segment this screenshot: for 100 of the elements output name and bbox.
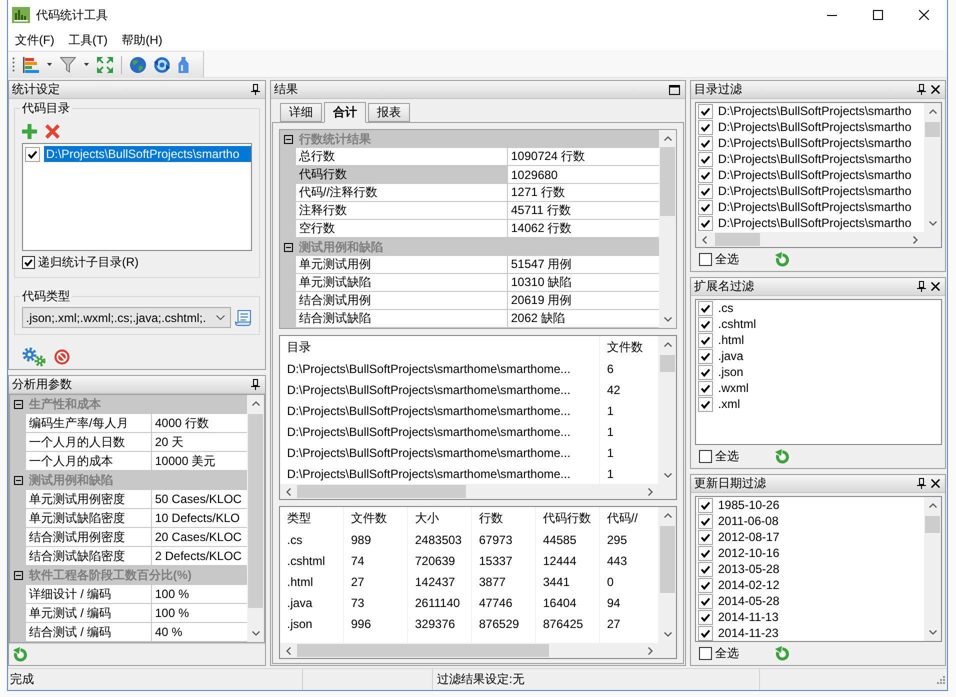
list-item[interactable]: .xml	[718, 397, 740, 411]
checkbox[interactable]	[698, 380, 713, 396]
checkbox[interactable]	[698, 120, 713, 134]
property-name[interactable]: 单元测试用例密度	[26, 490, 151, 508]
caret-icon[interactable]	[216, 315, 225, 320]
property-value[interactable]: 100 %	[152, 604, 247, 622]
property-value[interactable]: 100 %	[152, 585, 247, 603]
column-header[interactable]: 目录	[280, 336, 600, 358]
property-name[interactable]: 注释行数	[296, 202, 507, 219]
list-item[interactable]: 2014-11-23	[718, 626, 778, 640]
list-item[interactable]: D:\Projects\BullSoftProjects\smartho	[718, 168, 912, 182]
vertical-scrollbar[interactable]	[247, 395, 264, 642]
checkbox[interactable]	[698, 578, 713, 592]
pin-icon[interactable]	[251, 84, 260, 95]
property-value[interactable]: 1090724 行数	[508, 148, 659, 165]
checkbox-label[interactable]: 全选	[715, 448, 739, 465]
delete-icon[interactable]	[45, 124, 60, 138]
property-value[interactable]: 2 Defects/KLOC	[152, 547, 247, 565]
dropdown[interactable]: .json;.xml;.wxml;.cs;.java;.cshtml;.	[22, 307, 231, 328]
property-value[interactable]: 50 Cases/KLOC	[152, 490, 247, 508]
column-header[interactable]: 类型	[280, 507, 344, 529]
checkbox[interactable]	[22, 256, 35, 269]
chevron-left-icon[interactable]	[286, 646, 291, 654]
tab[interactable]: 合计	[324, 102, 366, 123]
checkbox[interactable]	[698, 594, 713, 608]
checkbox[interactable]	[698, 168, 713, 182]
list-item[interactable]: D:\Projects\BullSoftProjects\smartho	[718, 216, 912, 230]
tab[interactable]: 详细	[280, 103, 322, 122]
pin-icon[interactable]	[917, 84, 926, 95]
list-item[interactable]: D:\Projects\BullSoftProjects\smartho	[718, 200, 912, 214]
tab[interactable]: 报表	[368, 103, 410, 122]
vertical-scrollbar[interactable]	[659, 507, 676, 643]
chevron-down-icon[interactable]	[664, 473, 672, 478]
list-item[interactable]: 2012-08-17	[718, 530, 780, 544]
checkbox[interactable]	[698, 184, 713, 198]
property-value[interactable]: 51547 用例	[508, 256, 659, 273]
property-name[interactable]: 一个人月的人日数	[26, 433, 151, 451]
chevron-down-icon[interactable]	[928, 630, 936, 635]
chevron-left-icon[interactable]	[286, 488, 291, 496]
list-item[interactable]: 2013-05-28	[718, 562, 780, 576]
list-item[interactable]: .cs	[718, 301, 734, 315]
checkbox[interactable]	[698, 530, 713, 544]
horizontal-scrollbar[interactable]	[280, 484, 676, 499]
chevron-right-icon[interactable]	[648, 488, 653, 496]
menu-item[interactable]: 帮助(H)	[114, 30, 170, 50]
list-item[interactable]: 2011-06-08	[718, 514, 778, 528]
list-item[interactable]: D:\Projects\BullSoftProjects\smartho	[718, 184, 912, 198]
menu-item[interactable]: 文件(F)	[8, 30, 62, 50]
checkbox[interactable]	[698, 610, 713, 624]
expand-arrows-icon[interactable]	[97, 56, 113, 72]
chevron-up-icon[interactable]	[664, 342, 672, 347]
property-name[interactable]: 详细设计 / 编码	[26, 585, 151, 603]
collapse-icon[interactable]	[284, 134, 292, 144]
pin-icon[interactable]	[917, 281, 926, 292]
scrollbar-thumb[interactable]	[297, 644, 549, 657]
list-item[interactable]: 2014-02-12	[718, 578, 780, 592]
list-item[interactable]: 2014-05-28	[718, 594, 780, 608]
pin-icon[interactable]	[251, 379, 260, 390]
horizontal-scrollbar[interactable]	[696, 232, 941, 247]
column-header[interactable]: 代码行数	[536, 507, 600, 529]
list-item[interactable]: D:\Projects\BullSoftProjects\smartho	[718, 104, 912, 118]
add-icon[interactable]	[22, 124, 37, 138]
list-item[interactable]: D:\Projects\BullSoftProjects\smartho	[718, 120, 912, 134]
property-value[interactable]: 10000 美元	[152, 452, 247, 470]
vertical-scrollbar[interactable]	[924, 497, 941, 641]
property-value[interactable]: 14062 行数	[508, 220, 659, 237]
list-item[interactable]: .java	[718, 349, 744, 363]
property-value[interactable]: 20619 用例	[508, 292, 659, 309]
checkbox[interactable]	[698, 332, 713, 348]
checkbox-label[interactable]: 全选	[715, 251, 739, 268]
scrollbar-thumb[interactable]	[660, 147, 675, 216]
list-item[interactable]: 2012-10-16	[718, 546, 780, 560]
filter-icon[interactable]	[60, 56, 76, 72]
vertical-scrollbar[interactable]	[659, 130, 676, 328]
chevron-up-icon[interactable]	[664, 136, 672, 141]
directory-item[interactable]: D:\Projects\BullSoftProjects\smartho	[44, 146, 251, 162]
menu-item[interactable]: 工具(T)	[61, 30, 115, 50]
vertical-scrollbar[interactable]	[659, 336, 676, 484]
bar-chart-icon[interactable]	[23, 56, 39, 72]
property-value[interactable]: 20 Cases/KLOC	[152, 528, 247, 546]
checkbox[interactable]	[698, 498, 713, 512]
list-item[interactable]: .html	[718, 333, 744, 347]
property-value[interactable]: 10 Defects/KLO	[152, 509, 247, 527]
scrollbar-thumb[interactable]	[297, 485, 466, 498]
column-header[interactable]: 大小	[408, 507, 472, 529]
checkbox[interactable]	[699, 647, 712, 660]
list-item[interactable]: 2014-11-13	[718, 610, 778, 624]
collapse-icon[interactable]	[284, 242, 292, 252]
chevron-up-icon[interactable]	[664, 513, 672, 518]
pin-icon[interactable]	[917, 478, 926, 489]
close-icon[interactable]	[931, 282, 940, 291]
list-item[interactable]: 1985-10-26	[718, 498, 780, 512]
checkbox[interactable]	[698, 216, 713, 230]
list-item[interactable]: .cshtml	[718, 317, 756, 331]
checkbox[interactable]	[698, 364, 713, 380]
close-icon[interactable]	[931, 85, 940, 94]
horizontal-scrollbar[interactable]	[280, 643, 676, 658]
checkbox[interactable]	[698, 626, 713, 640]
checkbox[interactable]	[698, 152, 713, 166]
checkbox[interactable]	[25, 146, 40, 162]
